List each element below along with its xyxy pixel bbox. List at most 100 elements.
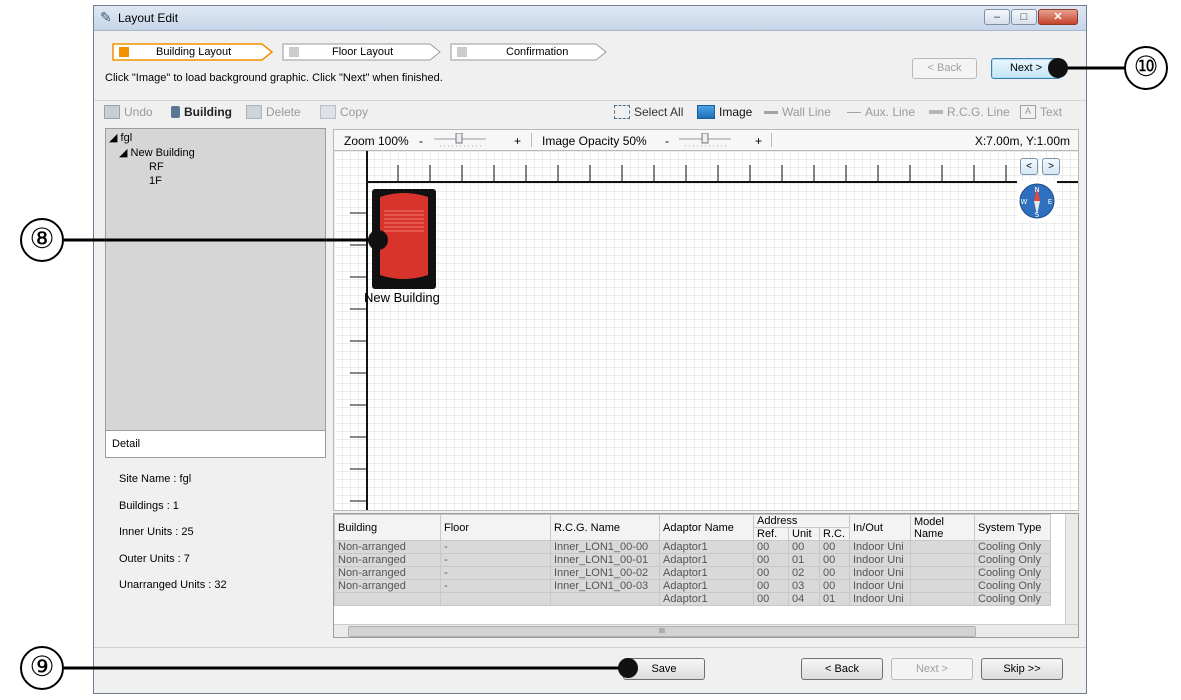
- zoom-slider[interactable]: [432, 133, 488, 147]
- col-address: Address: [753, 514, 850, 528]
- building-marker[interactable]: [372, 189, 436, 289]
- table-cell-system: Cooling Only: [974, 540, 1051, 554]
- step-label: Floor Layout: [332, 46, 394, 58]
- col-in-out[interactable]: In/Out: [849, 514, 911, 541]
- table-cell-rc: 00: [819, 579, 850, 593]
- compass-icon: N S E W: [1017, 181, 1057, 221]
- table-cell-unit: 02: [788, 566, 820, 580]
- delete-button[interactable]: Delete: [246, 105, 301, 119]
- col-rc[interactable]: R.C.: [819, 527, 850, 541]
- table-row[interactable]: Non-arranged - Inner_LON1_00-02 Adaptor1 00 0…: [334, 566, 1051, 580]
- opacity-minus[interactable]: -: [665, 134, 669, 148]
- col-unit[interactable]: Unit: [788, 527, 820, 541]
- table-cell-building: Non-arranged: [334, 566, 441, 580]
- aux-line-button[interactable]: Aux. Line: [847, 105, 915, 119]
- unit-table: Building Floor R.C.G. Name Adaptor Name …: [333, 513, 1079, 638]
- next-button-top[interactable]: Next >: [991, 58, 1061, 79]
- table-row[interactable]: Adaptor1 00 04 01 Indoor Uni Cooling Only: [334, 592, 1051, 606]
- table-cell-rc: 00: [819, 553, 850, 567]
- text-icon: A: [1020, 105, 1036, 119]
- close-button[interactable]: ✕: [1038, 9, 1078, 25]
- undo-button[interactable]: Undo: [104, 105, 153, 119]
- table-cell-rcg: Inner_LON1_00-03: [550, 579, 660, 593]
- site-tree: ◢ fgl ◢ New Building RF 1F: [105, 128, 326, 431]
- scroll-thumb[interactable]: III: [348, 626, 976, 637]
- tree-building[interactable]: ◢ New Building: [119, 146, 195, 159]
- skip-button[interactable]: Skip >>: [981, 658, 1063, 680]
- table-cell-building: Non-arranged: [334, 540, 441, 554]
- table-cell-system: Cooling Only: [974, 553, 1051, 567]
- minimize-button[interactable]: –: [984, 9, 1010, 25]
- table-cell-floor: -: [440, 553, 551, 567]
- table-row[interactable]: Non-arranged - Inner_LON1_00-03 Adaptor1 00 0…: [334, 579, 1051, 593]
- back-button-top[interactable]: < Back: [912, 58, 977, 79]
- table-cell-system: Cooling Only: [974, 592, 1051, 606]
- table-cell-model: [910, 592, 975, 606]
- table-cell-ref: 00: [753, 592, 789, 606]
- callout-8: ⑧: [20, 218, 64, 262]
- text-button[interactable]: A Text: [1020, 105, 1062, 119]
- zoom-plus[interactable]: +: [514, 134, 521, 148]
- table-row[interactable]: Non-arranged - Inner_LON1_00-01 Adaptor1 00 0…: [334, 553, 1051, 567]
- image-button[interactable]: Image: [697, 105, 752, 119]
- wall-line-button[interactable]: Wall Line: [764, 105, 831, 119]
- nav-next-button[interactable]: >: [1042, 158, 1060, 175]
- compass-e: E: [1048, 198, 1052, 206]
- table-cell-rcg: [550, 592, 660, 606]
- nav-prev-button[interactable]: <: [1020, 158, 1038, 175]
- detail-buildings: Buildings : 1: [119, 500, 179, 512]
- table-cell-adaptor: Adaptor1: [659, 579, 754, 593]
- tree-floor-1f[interactable]: 1F: [149, 175, 162, 187]
- table-cell-system: Cooling Only: [974, 566, 1051, 580]
- col-model-name[interactable]: Model Name: [910, 514, 975, 541]
- table-cell-inout: Indoor Uni: [849, 540, 911, 554]
- window-title: Layout Edit: [118, 11, 179, 25]
- step-label: Building Layout: [156, 46, 232, 58]
- copy-label: Copy: [340, 105, 369, 119]
- col-building[interactable]: Building: [334, 514, 441, 541]
- opacity-slider[interactable]: [677, 133, 733, 147]
- building-label: Building: [184, 105, 232, 119]
- col-floor[interactable]: Floor: [440, 514, 551, 541]
- tree-floor-rf[interactable]: RF: [149, 161, 164, 173]
- copy-button[interactable]: Copy: [320, 105, 368, 119]
- table-cell-building: Non-arranged: [334, 579, 441, 593]
- rcg-line-button[interactable]: R.C.G. Line: [929, 105, 1010, 119]
- wall-line-label: Wall Line: [782, 105, 831, 119]
- maximize-button[interactable]: □: [1011, 9, 1037, 25]
- col-rcg-name[interactable]: R.C.G. Name: [550, 514, 660, 541]
- col-ref[interactable]: Ref.: [753, 527, 789, 541]
- tree-root-label: fgl: [120, 132, 133, 144]
- table-cell-adaptor: Adaptor1: [659, 553, 754, 567]
- detail-site-name: Site Name : fgl: [119, 473, 192, 485]
- table-cell-unit: 04: [788, 592, 820, 606]
- table-cell-floor: [440, 592, 551, 606]
- save-button[interactable]: Save: [623, 658, 705, 680]
- zoom-minus[interactable]: -: [419, 134, 423, 148]
- building-button[interactable]: Building: [171, 105, 232, 119]
- next-button-bottom[interactable]: Next >: [891, 658, 973, 680]
- tree-root[interactable]: ◢ fgl: [109, 131, 132, 144]
- image-icon: [697, 105, 715, 119]
- table-vertical-scrollbar[interactable]: [1065, 514, 1078, 625]
- table-cell-building: Non-arranged: [334, 553, 441, 567]
- opacity-plus[interactable]: +: [755, 134, 762, 148]
- table-cell-model: [910, 540, 975, 554]
- table-horizontal-scrollbar[interactable]: III: [334, 624, 1078, 637]
- aux-line-icon: [847, 111, 861, 113]
- table-cell-model: [910, 553, 975, 567]
- opacity-label: Image Opacity 50%: [542, 134, 647, 148]
- delete-label: Delete: [266, 105, 301, 119]
- table-row[interactable]: Non-arranged - Inner_LON1_00-00 Adaptor1 00 0…: [334, 540, 1051, 554]
- table-cell-system: Cooling Only: [974, 579, 1051, 593]
- back-button-bottom[interactable]: < Back: [801, 658, 883, 680]
- table-cell-adaptor: Adaptor1: [659, 566, 754, 580]
- callout-9: ⑨: [20, 646, 64, 690]
- image-label: Image: [719, 105, 753, 119]
- select-all-button[interactable]: Select All: [614, 105, 683, 119]
- col-system-type[interactable]: System Type: [974, 514, 1051, 541]
- layout-canvas[interactable]: New Building < > N S E W: [333, 151, 1079, 511]
- table-cell-building: [334, 592, 441, 606]
- detail-inner-units: Inner Units : 25: [119, 526, 194, 538]
- col-adaptor-name[interactable]: Adaptor Name: [659, 514, 754, 541]
